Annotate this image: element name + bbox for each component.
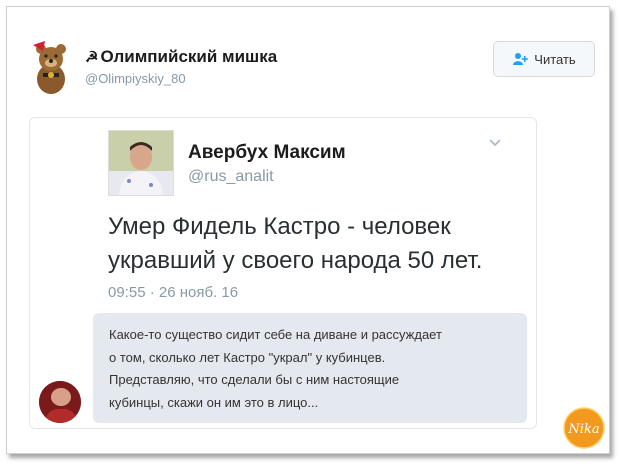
user-name[interactable]: ☭ Олимпийский мишка <box>85 47 277 67</box>
follow-button[interactable]: Читать <box>493 41 595 77</box>
add-user-icon <box>513 53 529 65</box>
tweet-header: ☭ Олимпийский мишка @Olimpiyskiy_80 Читат… <box>25 35 605 95</box>
follow-button-label: Читать <box>534 51 576 67</box>
screenshot-frame: ☭ Олимпийский мишка @Olimpiyskiy_80 Читат… <box>6 6 610 454</box>
user-avatar[interactable] <box>25 39 77 95</box>
comment-line: Какое-то существо сидит себе на диване и… <box>109 327 442 342</box>
quoted-tweet-timestamp[interactable]: 09:55 · 26 нояб. 16 <box>108 284 238 301</box>
chevron-down-icon[interactable] <box>488 138 502 148</box>
comment-bubble: Какое-то существо сидит себе на диване и… <box>93 313 527 423</box>
quoted-author-handle[interactable]: @rus_analit <box>188 168 274 186</box>
quoted-author-name[interactable]: Авербух Максим <box>188 142 346 164</box>
comment-line: кубинцы, скажи он им это в лицо... <box>109 394 319 410</box>
quoted-tweet-text: Умер Фидель Кастро - человек укравший у … <box>108 213 483 274</box>
commenter-avatar[interactable] <box>39 381 81 423</box>
user-name-text: Олимпийский мишка <box>100 47 278 66</box>
watermark-text: Nika <box>567 422 599 437</box>
nika-logo: Nika <box>563 407 605 449</box>
comment-line: Представляю, что сделали бы с ним настоя… <box>109 372 400 387</box>
user-handle[interactable]: @Olimpiyskiy_80 <box>85 71 186 86</box>
quoted-author-avatar[interactable] <box>108 130 174 196</box>
comment-line: о том, сколько лет Кастро "украл" у куби… <box>109 349 386 365</box>
hammer-sickle-icon: ☭ <box>85 49 99 66</box>
